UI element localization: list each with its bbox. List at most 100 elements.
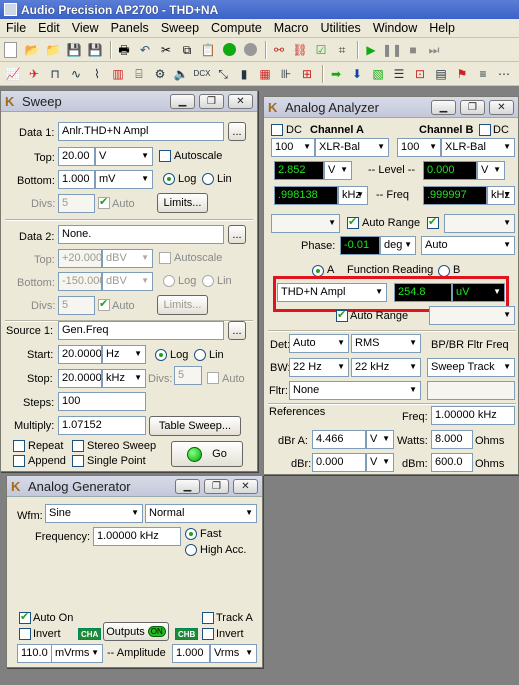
waveform-select[interactable]: Sine xyxy=(45,504,143,523)
freq-ref-field[interactable]: 1.00000 kHz xyxy=(431,406,515,425)
outputs-button[interactable]: Outputs ON xyxy=(103,622,169,641)
minimize-button[interactable]: ▁ xyxy=(175,478,200,494)
start-field[interactable]: 20.0000 xyxy=(58,345,102,364)
amplitude-a-unit-select[interactable]: mVrms xyxy=(51,644,103,663)
checkbox-icon[interactable]: ☑ xyxy=(312,41,330,59)
autoscale-checkbox[interactable] xyxy=(159,150,171,162)
input-a-select[interactable]: XLR-Bal xyxy=(315,138,389,157)
stereo-sweep-checkbox[interactable] xyxy=(72,440,84,452)
dcx-icon[interactable]: DCX xyxy=(193,65,211,83)
input-b-select[interactable]: XLR-Bal xyxy=(441,138,515,157)
phase-unit-select[interactable]: deg xyxy=(380,236,416,255)
graph-icon[interactable]: 📈 xyxy=(4,65,22,83)
close-button[interactable]: ✕ xyxy=(489,99,514,115)
restore-button[interactable]: ❐ xyxy=(204,478,229,494)
track-a-checkbox[interactable] xyxy=(202,612,214,624)
data1-limits-button[interactable]: Limits... xyxy=(157,193,208,213)
range-a-select[interactable]: 100 xyxy=(271,138,315,157)
play-icon[interactable]: ▶ xyxy=(362,41,380,59)
phase-mode-select[interactable]: Auto xyxy=(421,236,515,255)
stop-field[interactable]: 20.0000 xyxy=(58,369,102,388)
data2-divs-field[interactable]: 5 xyxy=(58,296,95,315)
source1-auto-checkbox[interactable] xyxy=(207,372,219,384)
source1-lin-radio[interactable] xyxy=(194,349,206,361)
waveform-mode-select[interactable]: Normal xyxy=(145,504,257,523)
menu-macro[interactable]: Macro xyxy=(268,21,315,35)
link-icon[interactable]: ⚯ xyxy=(270,41,288,59)
open-icon[interactable]: 📂 xyxy=(23,41,41,59)
data1-bottom-field[interactable]: 1.000 xyxy=(58,170,95,189)
data2-autoscale-checkbox[interactable] xyxy=(159,252,171,264)
open-test-icon[interactable]: 📁 xyxy=(44,41,62,59)
go-icon[interactable] xyxy=(220,41,238,59)
pause-icon[interactable]: ❚❚ xyxy=(382,41,402,59)
source1-log-radio[interactable] xyxy=(155,349,167,361)
compute-icon[interactable]: ⊡ xyxy=(411,65,429,83)
function-b-select[interactable] xyxy=(444,214,515,233)
menu-file[interactable]: File xyxy=(0,21,32,35)
data1-browse-button[interactable]: ... xyxy=(228,122,246,141)
minimize-button[interactable]: ▁ xyxy=(170,93,195,109)
data2-limits-button[interactable]: Limits... xyxy=(157,295,208,315)
data1-lin-radio[interactable] xyxy=(202,173,214,185)
bar-graph-icon[interactable]: ▮ xyxy=(235,65,253,83)
data2-log-radio[interactable] xyxy=(163,275,175,287)
more-icon[interactable]: ⋯ xyxy=(495,65,513,83)
dbra-field[interactable]: 4.466 xyxy=(312,430,366,449)
source1-divs-field[interactable]: 5 xyxy=(174,366,202,385)
bw-low-select[interactable]: 22 Hz xyxy=(289,358,349,377)
distortion-icon[interactable]: ⚙ xyxy=(151,65,169,83)
ticks-icon[interactable]: ⊪ xyxy=(277,65,295,83)
menu-help[interactable]: Help xyxy=(423,21,461,35)
high-acc-radio[interactable] xyxy=(185,544,197,556)
stop-unit-select[interactable]: kHz xyxy=(102,369,146,388)
menu-sweep[interactable]: Sweep xyxy=(155,21,205,35)
frequency-field[interactable]: 1.00000 kHz xyxy=(93,527,181,546)
freq-b-unit-select[interactable]: kHz xyxy=(487,186,515,205)
speaker-icon[interactable]: 🔈 xyxy=(172,65,190,83)
sweep-display-icon[interactable]: ▦ xyxy=(256,65,274,83)
data1-top-unit-select[interactable]: V xyxy=(95,147,153,166)
restore-button[interactable]: ❐ xyxy=(199,93,224,109)
stop-square-icon[interactable]: ■ xyxy=(404,41,422,59)
auto-range-b-checkbox[interactable] xyxy=(427,215,439,229)
level-b-unit-select[interactable]: V xyxy=(477,161,505,180)
dc-b-checkbox[interactable] xyxy=(479,124,491,136)
function-a-select[interactable] xyxy=(271,214,340,233)
square-wave-icon[interactable]: ⊓ xyxy=(46,65,64,83)
data1-divs-field[interactable]: 5 xyxy=(58,194,95,213)
sweep-track-select[interactable]: Sweep Track xyxy=(427,358,515,377)
function-unit-select[interactable]: uV xyxy=(452,283,505,302)
data2-lin-radio[interactable] xyxy=(202,275,214,287)
auto-on-checkbox[interactable] xyxy=(19,610,31,624)
step-icon[interactable]: ⏭ xyxy=(425,41,443,59)
minimize-button[interactable]: ▁ xyxy=(431,99,456,115)
menu-compute[interactable]: Compute xyxy=(205,21,268,35)
arrow-right-icon[interactable]: ➡ xyxy=(327,65,345,83)
det-select[interactable]: Auto xyxy=(289,334,349,353)
freq-a-unit-select[interactable]: kHz xyxy=(338,186,368,205)
stop-icon[interactable] xyxy=(241,41,259,59)
copy-icon[interactable]: ⧉ xyxy=(178,41,196,59)
dbr-unit-select[interactable]: V xyxy=(366,453,394,472)
regulation-icon[interactable]: ⊞ xyxy=(298,65,316,83)
repeat-checkbox[interactable] xyxy=(13,440,25,452)
amplitude-b-unit-select[interactable]: Vrms xyxy=(210,644,257,663)
filter-freq-field[interactable] xyxy=(427,381,515,400)
rms-select[interactable]: RMS xyxy=(351,334,421,353)
undo-icon[interactable]: ↶ xyxy=(136,41,154,59)
close-button[interactable]: ✕ xyxy=(228,93,253,109)
data2-field[interactable]: None. xyxy=(58,225,224,244)
data2-top-field[interactable]: +20.000 xyxy=(58,249,102,268)
page-icon[interactable]: ▤ xyxy=(432,65,450,83)
go-button[interactable]: Go xyxy=(171,441,243,467)
sweep-icon[interactable]: ⤡ xyxy=(214,65,232,83)
function-select[interactable]: THD+N Ampl xyxy=(277,283,387,302)
notes-icon[interactable]: ≡ xyxy=(474,65,492,83)
grid-icon[interactable]: ⌗ xyxy=(333,41,351,59)
menu-utilities[interactable]: Utilities xyxy=(315,21,367,35)
data1-log-radio[interactable] xyxy=(163,173,175,185)
menu-edit[interactable]: Edit xyxy=(32,21,66,35)
list-icon[interactable]: ☰ xyxy=(390,65,408,83)
print-icon[interactable]: 🖶 xyxy=(115,41,133,59)
